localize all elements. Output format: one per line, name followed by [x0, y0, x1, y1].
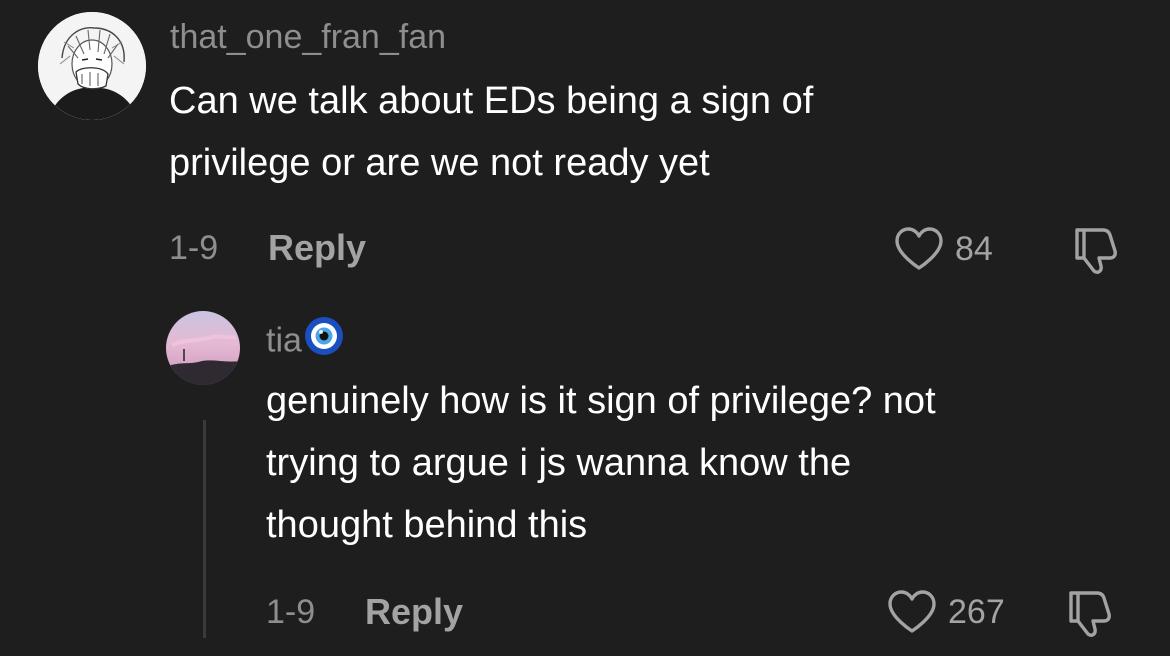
manga-drawing-avatar-icon: [38, 12, 146, 120]
reply-dislike-button[interactable]: [1063, 587, 1119, 644]
reply-like-count: 267: [948, 593, 1005, 631]
heart-outline-icon: [893, 226, 945, 272]
reply-text-line-3: thought behind this: [266, 504, 588, 546]
reply-date: 1-9: [266, 593, 316, 631]
thumbs-down-outline-icon: [1063, 587, 1119, 639]
reply-text-line-1: genuinely how is it sign of privilege? n…: [266, 380, 936, 422]
comment-like-count: 84: [955, 230, 993, 268]
replier-username: tia: [266, 321, 302, 360]
heart-outline-icon: [886, 589, 938, 635]
replier-avatar[interactable]: [166, 311, 240, 385]
pink-sky-photo-avatar-icon: [166, 311, 240, 385]
comment-dislike-button[interactable]: [1069, 224, 1125, 281]
comment-reply-button[interactable]: Reply: [268, 228, 366, 268]
comment-text-line-2: privilege or are we not ready yet: [169, 142, 710, 184]
reply-thread-line: [203, 420, 206, 638]
comment-like-button[interactable]: 84: [893, 226, 993, 272]
commenter-avatar[interactable]: [38, 12, 146, 120]
comment-text-line-1: Can we talk about EDs being a sign of: [169, 80, 814, 122]
reply-text-line-2: trying to argue i js wanna know the: [266, 442, 852, 484]
comment-date: 1-9: [169, 229, 219, 267]
reply-reply-button[interactable]: Reply: [365, 592, 463, 632]
reply-like-button[interactable]: 267: [886, 589, 1005, 635]
replier-username-row[interactable]: tia: [266, 316, 344, 367]
commenter-username[interactable]: that_one_fran_fan: [170, 17, 446, 57]
nazar-amulet-emoji-icon: [304, 316, 344, 365]
thumbs-down-outline-icon: [1069, 224, 1125, 276]
